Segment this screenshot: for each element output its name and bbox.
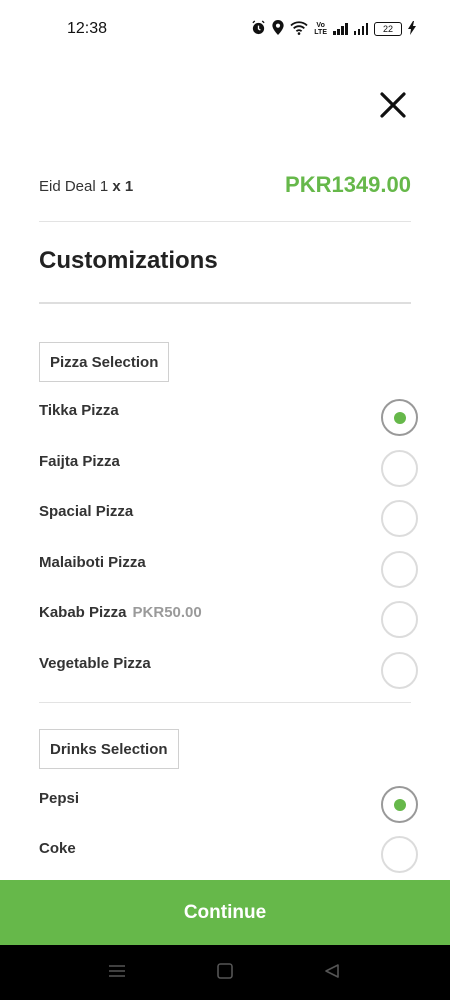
close-icon — [380, 92, 406, 118]
status-icons: Vo LTE 22 — [251, 20, 416, 38]
menu-icon[interactable] — [108, 963, 126, 984]
radio-faijta-pizza[interactable] — [381, 450, 418, 487]
item-price: PKR1349.00 — [285, 172, 411, 197]
location-icon — [272, 20, 284, 38]
continue-button[interactable]: Continue — [0, 880, 450, 945]
item-name-label: Eid Deal 1 — [39, 178, 109, 195]
option-vegetable-pizza-label: Vegetable Pizza — [39, 655, 151, 672]
divider — [39, 302, 411, 304]
option-pepsi-label: Pepsi — [39, 790, 80, 807]
radio-vegetable-pizza[interactable] — [381, 652, 418, 689]
home-icon[interactable] — [217, 963, 233, 984]
item-name: Eid Deal 1 x 1 — [39, 178, 133, 195]
customizations-heading: Customizations — [39, 247, 218, 274]
radio-coke[interactable] — [381, 836, 418, 873]
option-malaiboti-pizza-label: Malaiboti Pizza — [39, 554, 146, 571]
option-spacial-pizza-label: Spacial Pizza — [39, 503, 134, 520]
group-label-pizza-selection: Pizza Selection — [39, 342, 170, 382]
status-time: 12:38 — [67, 20, 108, 37]
divider — [39, 702, 411, 703]
close-button[interactable] — [378, 90, 408, 120]
radio-malaiboti-pizza[interactable] — [381, 551, 418, 588]
signal-icon-2 — [353, 23, 368, 35]
option-faijta-pizza-label: Faijta Pizza — [39, 453, 120, 470]
option-extra-price: PKR50.00 — [132, 604, 202, 621]
radio-spacial-pizza[interactable] — [381, 500, 418, 537]
charging-icon — [408, 20, 416, 38]
option-coke-label: Coke — [39, 840, 76, 857]
alarm-icon — [251, 20, 266, 38]
status-bar: 12:38 Vo LTE 22 — [0, 0, 450, 60]
item-quantity: x 1 — [112, 178, 134, 195]
volte-icon: Vo LTE — [314, 22, 327, 36]
radio-pepsi[interactable] — [381, 786, 418, 823]
radio-tikka-pizza[interactable] — [381, 399, 418, 436]
battery-icon: 22 — [374, 22, 402, 36]
divider — [39, 221, 411, 222]
radio-kabab-pizza[interactable] — [381, 601, 418, 638]
group-label-drinks-selection: Drinks Selection — [39, 729, 179, 769]
back-icon[interactable] — [324, 963, 340, 984]
wifi-icon — [290, 20, 308, 38]
option-kabab-pizza-label: Kabab Pizza PKR50.00 — [39, 604, 202, 621]
option-tikka-pizza-label: Tikka Pizza — [39, 402, 119, 419]
signal-icon-1 — [333, 23, 348, 35]
item-row: Eid Deal 1 x 1 PKR1349.00 — [39, 170, 411, 202]
system-nav-bar — [0, 945, 450, 1000]
